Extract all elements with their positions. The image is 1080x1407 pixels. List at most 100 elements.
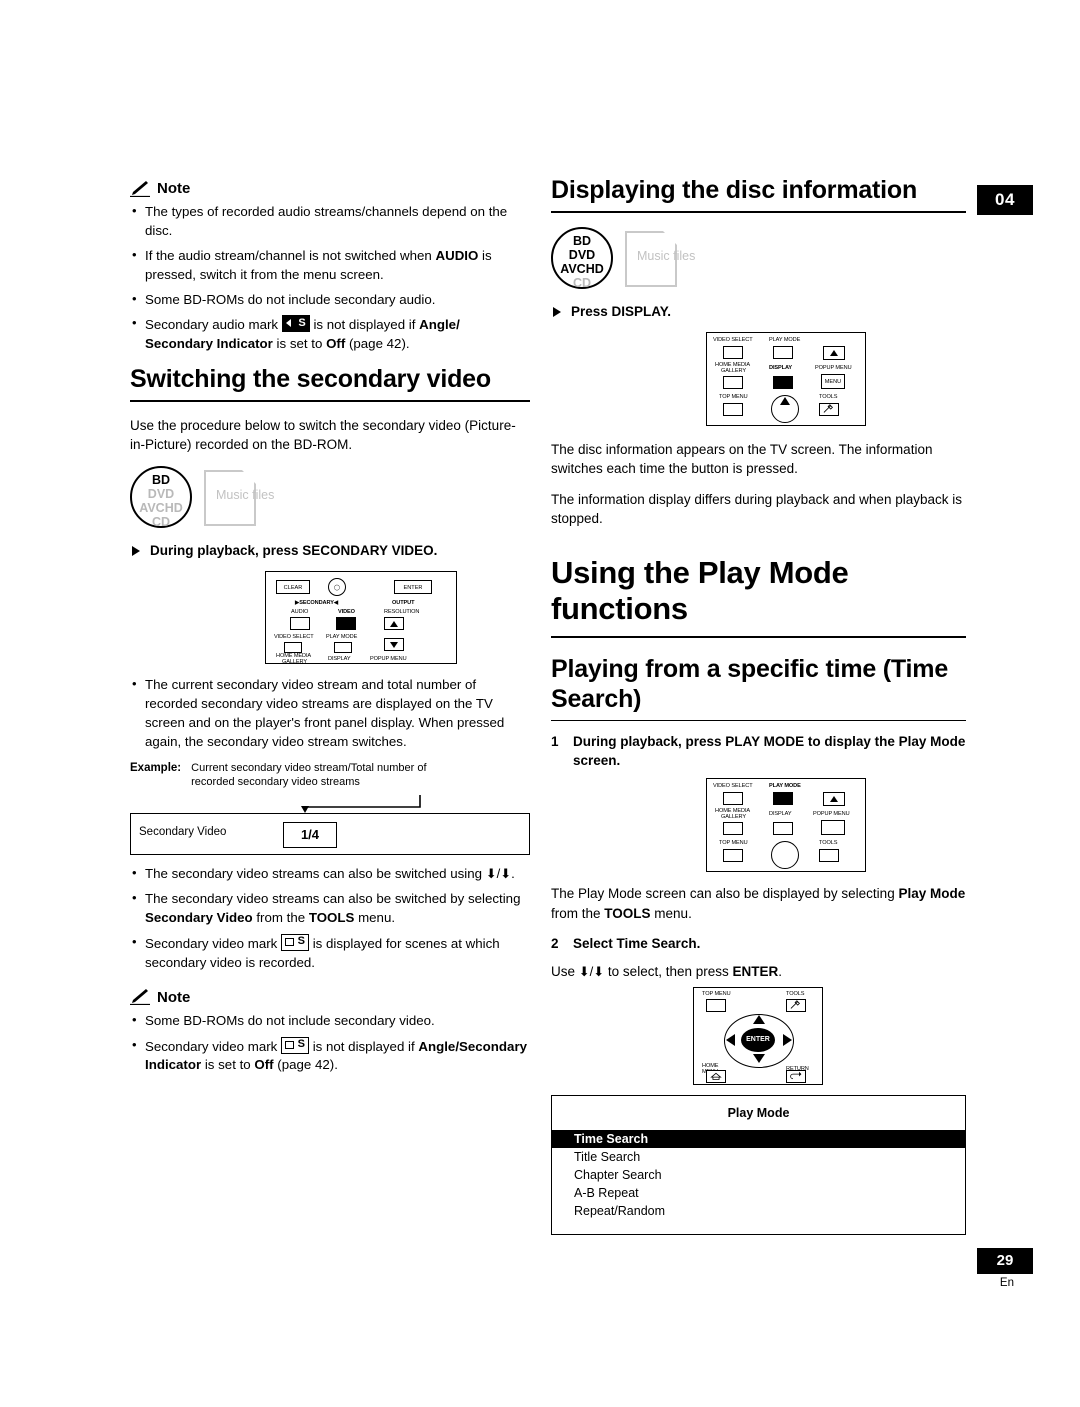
section-title-disc-info: Displaying the disc information (551, 176, 918, 204)
disc-compatibility-icons-right: BD DVD AVCHD CD Music files (551, 227, 966, 293)
note-2-list: Some BD-ROMs do not include secondary vi… (130, 1011, 530, 1076)
note-label-2: Note (157, 988, 191, 1006)
step-press-display: Press DISPLAY. (551, 303, 966, 322)
remote-key-top-menu[interactable] (723, 402, 743, 416)
secondary-video-bullet-0: The current secondary video stream and t… (145, 677, 505, 749)
step-2-time-search: 2 Select Time Search. (551, 935, 966, 954)
dpad-left-arrow-icon (726, 1034, 735, 1047)
disc-avchd-label: AVCHD (560, 262, 604, 276)
disc-avchd-label: AVCHD (139, 501, 183, 516)
divider (551, 719, 966, 721)
dpad-right-arrow-icon (783, 1034, 792, 1047)
remote-key-enter[interactable]: ENTER (741, 1028, 775, 1053)
play-mode-item-repeat-random[interactable]: Repeat/Random (552, 1202, 965, 1220)
list-item: The secondary video streams can also be … (130, 889, 530, 928)
list-item: Some BD-ROMs do not include secondary au… (130, 290, 530, 310)
play-mode-item-ab-repeat[interactable]: A-B Repeat (552, 1184, 965, 1202)
secondary-video-bullets: The current secondary video stream and t… (130, 675, 530, 752)
remote-dpad[interactable] (771, 841, 799, 870)
remote-key-top-menu[interactable] (723, 849, 743, 863)
remote-key-video-select[interactable] (284, 642, 302, 654)
chapter-title-play-mode: Using the Play Mode functions (551, 554, 849, 627)
remote-key-top-menu[interactable] (706, 999, 726, 1013)
disc-cd-label: CD (151, 515, 171, 530)
time-search-para: Use ⬇/⬇ to select, then press ENTER. (551, 963, 783, 979)
dpad-up-arrow-icon (753, 1015, 765, 1025)
play-mode-item-title-search[interactable]: Title Search (552, 1148, 965, 1166)
osd-label: Secondary Video (139, 826, 227, 839)
remote-key-play-mode[interactable] (334, 642, 352, 654)
play-mode-para: The Play Mode screen can also be display… (551, 886, 966, 921)
remote-key-tools[interactable] (819, 402, 839, 416)
secondary-video-osd-bar: Secondary Video 1/4 (130, 813, 530, 856)
step-2-number: 2 (551, 935, 559, 951)
remote-key-tools[interactable] (786, 999, 806, 1013)
remote-diagram-play-mode: VIDEO SELECT PLAY MODE HOME MEDIA GALLER… (706, 778, 866, 873)
remote-key-tools[interactable] (819, 849, 839, 863)
remote-key-up[interactable] (384, 617, 404, 631)
step-1-text: During playback, press PLAY MODE to disp… (573, 733, 966, 768)
list-item: The secondary video streams can also be … (130, 864, 530, 884)
remote-key-menu[interactable]: MENU (821, 373, 845, 389)
remote-key-up[interactable] (823, 345, 845, 360)
disc-oval-icon: BD DVD AVCHD CD (551, 227, 613, 290)
note-heading-1: Note (130, 180, 530, 197)
dpad-down-arrow-icon (753, 1054, 765, 1064)
remote-key-circle[interactable]: ◯ (328, 578, 346, 597)
chapter-tab: 04 (977, 185, 1033, 215)
remote-diagram-enter: TOP MENU TOOLS ENTER HOME MENU RETURN (693, 987, 823, 1086)
disc-info-para-1: The disc information appears on the TV s… (551, 441, 933, 477)
play-mode-item-time-search[interactable]: Time Search (552, 1130, 965, 1149)
secondary-video-bullets-2: The secondary video streams can also be … (130, 864, 530, 972)
remote-diagram-display: VIDEO SELECT PLAY MODE HOME MEDIA GALLER… (706, 331, 866, 426)
play-mode-screen-title: Play Mode (727, 1106, 790, 1121)
remote-key-menu[interactable] (821, 820, 845, 836)
disc-compatibility-icons-left: BD DVD AVCHD CD Music files (130, 466, 530, 532)
remote-key-home-media-gallery[interactable] (723, 375, 743, 389)
pencil-icon (130, 180, 150, 197)
note-label-1: Note (157, 180, 191, 197)
music-files-label: Music files (637, 249, 696, 263)
note-1-item-2: Some BD-ROMs do not include secondary au… (145, 291, 436, 307)
remote-key-play-mode[interactable] (773, 792, 793, 806)
note-heading-2: Note (130, 989, 530, 1006)
remote-key-display[interactable] (773, 375, 793, 389)
remote-key-enter[interactable]: ENTER (394, 580, 432, 595)
music-files-label: Music files (216, 488, 275, 503)
osd-value: 1/4 (283, 822, 337, 849)
step-secondary-video: During playback, press SECONDARY VIDEO. (130, 542, 530, 561)
step-1-play-mode: 1 During playback, press PLAY MODE to di… (551, 733, 966, 771)
remote-diagram-secondary-video: CLEAR ◯ ENTER ▶SECONDARY◀ OUTPUT AUDIO V… (265, 571, 457, 665)
example-block: Example: Current secondary video stream/… (130, 762, 530, 856)
disc-oval-icon: BD DVD AVCHD CD (130, 466, 192, 530)
note-1-list: The types of recorded audio streams/chan… (130, 202, 530, 354)
remote-key-clear[interactable]: CLEAR (276, 580, 310, 595)
step-1-number: 1 (551, 733, 559, 749)
play-mode-screen: Play Mode Time Search Title Search Chapt… (551, 1095, 966, 1236)
remote-key-up[interactable] (823, 792, 845, 807)
disc-bd-label: BD (151, 473, 171, 488)
secondary-video-mark-icon (281, 1036, 309, 1054)
secondary-audio-mark-icon (281, 315, 310, 333)
remote-key-video-select[interactable] (723, 345, 743, 359)
disc-cd-label: CD (572, 276, 592, 290)
play-mode-item-chapter-search[interactable]: Chapter Search (552, 1166, 965, 1184)
divider (551, 211, 966, 213)
remote-key-play-mode[interactable] (773, 345, 793, 359)
list-item: The types of recorded audio streams/chan… (130, 202, 530, 241)
list-item: The current secondary video stream and t… (130, 675, 530, 752)
remote-key-down[interactable] (384, 638, 404, 652)
list-item: Some BD-ROMs do not include secondary vi… (130, 1011, 530, 1031)
list-item: If the audio stream/channel is not switc… (130, 246, 530, 285)
secondary-video-mark-icon (281, 933, 309, 951)
remote-key-display[interactable] (773, 822, 793, 836)
remote-key-return[interactable] (786, 1070, 806, 1084)
remote-key-home-menu[interactable] (706, 1070, 726, 1084)
remote-key-video[interactable] (336, 617, 356, 631)
step-2-text: Select Time Search. (573, 935, 701, 951)
remote-key-video-select[interactable] (723, 792, 743, 806)
section-title-secondary-video: Switching the secondary video (130, 365, 491, 394)
remote-key-audio[interactable] (290, 617, 310, 631)
remote-key-home-media-gallery[interactable] (723, 822, 743, 836)
remote-dpad-up-arrow (780, 396, 790, 405)
